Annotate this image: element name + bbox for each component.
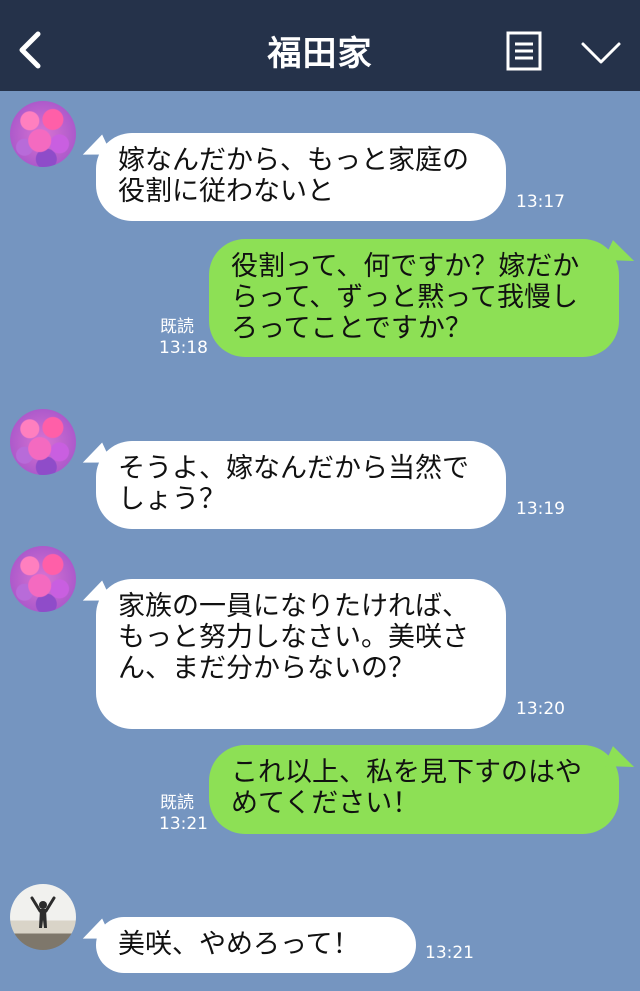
chat-area[interactable]: 嫁なんだから、もっと家庭の役割に従わないと 13:17 既読 13:18 役割っ… — [0, 91, 640, 991]
read-receipt: 既読 — [160, 317, 194, 337]
avatar[interactable] — [10, 101, 76, 167]
read-receipt: 既読 — [160, 793, 194, 813]
message-time: 13:19 — [516, 499, 565, 519]
avatar[interactable] — [10, 546, 76, 612]
message-bubble-received: 嫁なんだから、もっと家庭の役割に従わないと — [96, 133, 506, 221]
message-time: 13:18 — [159, 338, 208, 358]
chat-header: 福田家 — [0, 0, 640, 91]
message-time: 13:21 — [159, 814, 208, 834]
message-bubble-received: 家族の一員になりたければ、もっと努力しなさい。美咲さん、まだ分からないの？ — [96, 579, 506, 729]
message-time: 13:20 — [516, 699, 565, 719]
avatar[interactable] — [10, 409, 76, 475]
chevron-down-icon[interactable] — [580, 40, 622, 66]
chat-title: 福田家 — [267, 34, 373, 74]
message-time: 13:21 — [425, 943, 474, 963]
message-bubble-received: 美咲、やめろって！ — [96, 917, 416, 973]
message-bubble-sent: 役割って、何ですか？嫁だからって、ずっと黙って我慢しろってことですか？ — [209, 239, 619, 357]
person-silhouette-icon — [30, 896, 56, 928]
message-time: 13:17 — [516, 192, 565, 212]
message-bubble-sent: これ以上、私を見下すのはやめてください！ — [209, 745, 619, 834]
avatar[interactable] — [10, 884, 76, 950]
message-bubble-received: そうよ、嫁なんだから当然でしょう？ — [96, 441, 506, 529]
notes-icon[interactable] — [506, 31, 542, 71]
